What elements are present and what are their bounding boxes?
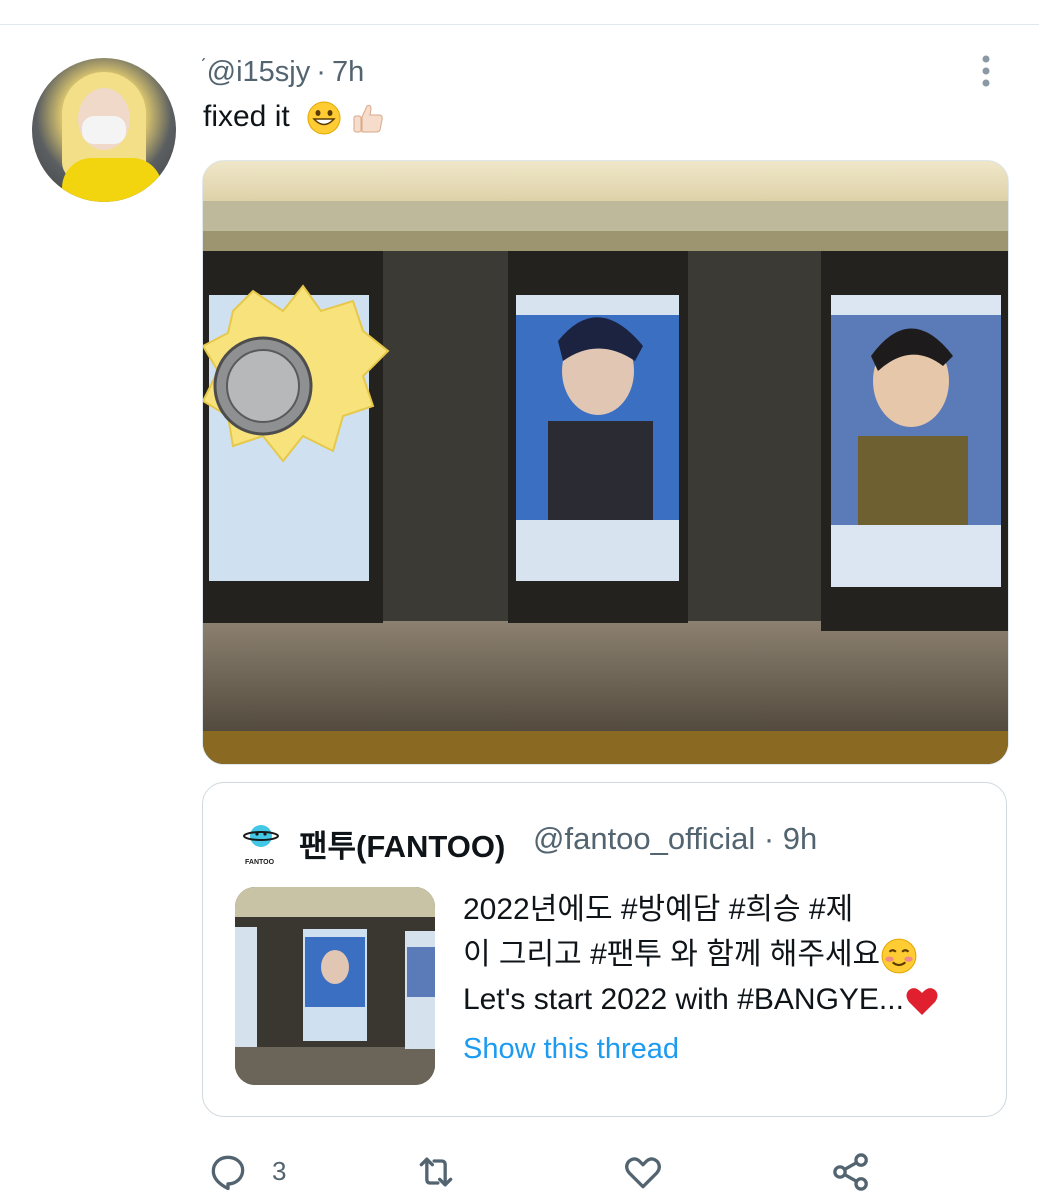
red-heart-icon	[906, 988, 938, 1016]
tweet-media-image[interactable]	[202, 160, 1009, 765]
name-glyph: ˊ	[200, 56, 207, 78]
retweet-icon	[419, 1157, 453, 1187]
fantoo-logo-caption: FANTOO	[245, 859, 275, 866]
like-button[interactable]	[621, 1150, 665, 1199]
reply-count: 3	[272, 1156, 287, 1186]
thumbs-up-icon	[353, 105, 384, 133]
share-icon	[833, 1153, 868, 1191]
quote-text: 2022년에도 #방예담 #희승 #제 이 그리고 #팬투 와 함께 해주세요 …	[463, 887, 1003, 1022]
quoted-tweet-card[interactable]: FANTOO 팬투(FANTOO) @fantoo_official · 9h …	[202, 782, 1007, 1117]
avatar-shirt	[62, 158, 162, 202]
quote-thumbnail-image[interactable]	[235, 887, 435, 1085]
quote-author-handle[interactable]: @fantoo_official	[533, 821, 755, 856]
reply-icon	[211, 1155, 245, 1191]
user-handle[interactable]: @i15sjy	[207, 56, 311, 88]
share-button[interactable]	[829, 1150, 873, 1199]
tweet-text: fixed it	[203, 100, 386, 136]
quote-line-3: Let's start 2022 with #BANGYE...	[463, 983, 904, 1016]
quote-author-meta: @fantoo_official · 9h	[533, 821, 817, 857]
smiling-face-icon	[881, 938, 917, 974]
tweet-header: ˊ@i15sjy · 7h	[200, 56, 364, 89]
tweet-text-content: fixed it	[203, 100, 290, 133]
quote-line-2: 이 그리고 #팬투 와 함께 해주세요	[463, 938, 881, 971]
header-separator: ·	[316, 56, 326, 88]
photo-scene	[203, 161, 1008, 764]
top-divider	[0, 24, 1039, 25]
quote-time[interactable]: 9h	[783, 821, 817, 856]
quote-author-name[interactable]: 팬투(FANTOO)	[299, 821, 505, 866]
like-icon	[625, 1157, 661, 1189]
tweet-time[interactable]: 7h	[332, 56, 364, 88]
avatar[interactable]	[32, 58, 176, 202]
reply-button[interactable]	[206, 1150, 250, 1199]
quote-line-1: 2022년에도 #방예담 #희승 #제	[463, 893, 854, 926]
show-thread-link[interactable]: Show this thread	[463, 1033, 679, 1066]
quote-separator: ·	[763, 821, 775, 856]
quote-line-2-row: 이 그리고 #팬투 와 함께 해주세요	[463, 932, 1003, 977]
fantoo-logo-icon	[243, 825, 279, 847]
avatar-mask	[82, 116, 126, 144]
thumbnail-scene	[235, 887, 435, 1085]
more-options-icon[interactable]	[978, 54, 994, 90]
grinning-face-icon	[307, 101, 341, 135]
quote-line-3-row: Let's start 2022 with #BANGYE...	[463, 977, 1003, 1022]
retweet-button[interactable]	[414, 1150, 458, 1199]
